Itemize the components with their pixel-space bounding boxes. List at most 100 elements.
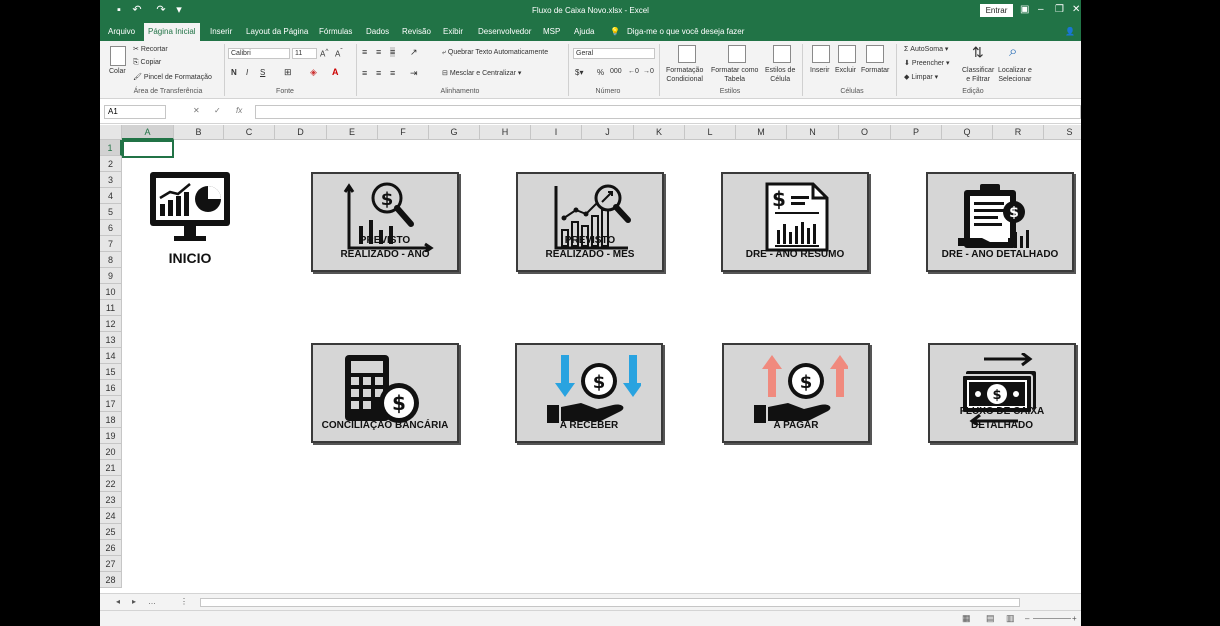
row-header[interactable]: 26 bbox=[100, 540, 122, 556]
tab-inserir[interactable]: Inserir bbox=[210, 27, 232, 36]
row-header[interactable]: 5 bbox=[100, 204, 122, 220]
inicio-button[interactable]: INICIO bbox=[148, 170, 232, 270]
row-header[interactable]: 6 bbox=[100, 220, 122, 236]
insert-cells-button[interactable]: Inserir bbox=[810, 67, 829, 74]
tab-pagina-inicial[interactable]: Página Inicial bbox=[144, 23, 200, 41]
paste-button[interactable]: Colar bbox=[109, 68, 126, 75]
column-header[interactable]: K bbox=[634, 125, 685, 140]
column-header[interactable]: E bbox=[327, 125, 378, 140]
insert-cells-icon[interactable] bbox=[812, 45, 830, 63]
more-sheets-icon[interactable]: … bbox=[148, 597, 156, 606]
tab-formulas[interactable]: Fórmulas bbox=[319, 27, 352, 36]
tab-arquivo[interactable]: Arquivo bbox=[108, 27, 135, 36]
row-header[interactable]: 21 bbox=[100, 460, 122, 476]
cell-styles-icon[interactable] bbox=[773, 45, 791, 63]
fill-color-icon[interactable]: ◈ bbox=[310, 67, 317, 78]
user-icon[interactable]: 👤 bbox=[1065, 27, 1075, 36]
tab-exibir[interactable]: Exibir bbox=[443, 27, 463, 36]
format-table-icon[interactable] bbox=[728, 45, 746, 63]
row-header[interactable]: 19 bbox=[100, 428, 122, 444]
comma-button[interactable]: 000 bbox=[610, 68, 622, 75]
percent-button[interactable]: % bbox=[597, 68, 604, 77]
row-header[interactable]: 8 bbox=[100, 252, 122, 268]
align-top-icon[interactable]: ≡ bbox=[362, 47, 367, 57]
italic-button[interactable]: I bbox=[246, 68, 248, 77]
row-header[interactable]: 1 bbox=[100, 140, 122, 156]
column-header[interactable]: R bbox=[993, 125, 1044, 140]
row-header[interactable]: 13 bbox=[100, 332, 122, 348]
row-header[interactable]: 12 bbox=[100, 316, 122, 332]
active-cell[interactable] bbox=[122, 140, 174, 158]
tab-msp[interactable]: MSP bbox=[543, 27, 560, 36]
row-header[interactable]: 17 bbox=[100, 396, 122, 412]
conditional-format-button[interactable]: Formatação Condicional bbox=[666, 66, 703, 84]
format-cells-icon[interactable] bbox=[866, 45, 884, 63]
cell-styles-button[interactable]: Estilos de Célula bbox=[765, 66, 795, 84]
scroll-right-icon[interactable]: ▸ bbox=[132, 597, 136, 606]
sort-filter-button[interactable]: Classificar e Filtrar bbox=[962, 66, 994, 84]
column-header[interactable]: A bbox=[122, 125, 174, 140]
copy-button[interactable]: ⎘ Copiar bbox=[133, 59, 161, 67]
card-fluxo-caixa[interactable]: $ FLUXO DE CAIXA DETALHADO bbox=[928, 343, 1076, 443]
card-dre-resumo[interactable]: $ DRE - ANO RESUMO bbox=[721, 172, 869, 272]
zoom-in-icon[interactable]: + bbox=[1072, 614, 1077, 623]
column-header[interactable]: D bbox=[275, 125, 327, 140]
decrease-decimal-icon[interactable]: →0 bbox=[643, 68, 654, 75]
row-header[interactable]: 22 bbox=[100, 476, 122, 492]
align-left-icon[interactable]: ≡ bbox=[362, 68, 367, 78]
font-color-icon[interactable]: A bbox=[332, 67, 339, 77]
indent-icon[interactable]: ⇥ bbox=[410, 68, 418, 79]
row-header[interactable]: 28 bbox=[100, 572, 122, 588]
format-table-button[interactable]: Formatar como Tabela bbox=[711, 66, 758, 84]
paste-icon[interactable] bbox=[110, 46, 126, 66]
scroll-left-icon[interactable]: ◂ bbox=[116, 597, 120, 606]
column-header[interactable]: B bbox=[174, 125, 224, 140]
select-all-corner[interactable] bbox=[100, 125, 122, 140]
font-grow-icon[interactable]: A^ bbox=[320, 48, 328, 59]
restore-button[interactable]: ❐ bbox=[1055, 3, 1064, 17]
find-select-button[interactable]: Localizar e Selecionar bbox=[998, 66, 1032, 84]
tab-layout[interactable]: Layout da Página bbox=[246, 27, 308, 36]
row-header[interactable]: 18 bbox=[100, 412, 122, 428]
column-header[interactable]: J bbox=[582, 125, 634, 140]
column-header[interactable]: I bbox=[531, 125, 582, 140]
format-cells-button[interactable]: Formatar bbox=[861, 67, 889, 74]
row-header[interactable]: 11 bbox=[100, 300, 122, 316]
delete-cells-button[interactable]: Excluir bbox=[835, 67, 856, 74]
clear-button[interactable]: ◆ Limpar ▾ bbox=[904, 73, 938, 81]
column-header[interactable]: N bbox=[787, 125, 839, 140]
tab-dados[interactable]: Dados bbox=[366, 27, 389, 36]
sheet-options-icon[interactable]: ⋮ bbox=[180, 597, 188, 606]
row-header[interactable]: 2 bbox=[100, 156, 122, 172]
formula-input[interactable] bbox=[255, 105, 1081, 119]
tab-desenvolvedor[interactable]: Desenvolvedor bbox=[478, 27, 531, 36]
align-center-icon[interactable]: ≡ bbox=[376, 68, 381, 78]
font-shrink-icon[interactable]: Aˇ bbox=[335, 48, 343, 59]
column-header[interactable]: P bbox=[891, 125, 942, 140]
card-dre-detalhado[interactable]: $ DRE - ANO DETALHADO bbox=[926, 172, 1074, 272]
row-header[interactable]: 20 bbox=[100, 444, 122, 460]
card-previsto-mes[interactable]: PREVISTO REALIZADO - MÊS bbox=[516, 172, 664, 272]
enter-icon[interactable]: ✓ bbox=[214, 106, 221, 115]
align-right-icon[interactable]: ≡ bbox=[390, 68, 395, 78]
number-format-select[interactable]: Geral bbox=[573, 48, 655, 59]
column-header[interactable]: Q bbox=[942, 125, 993, 140]
column-header[interactable]: F bbox=[378, 125, 429, 140]
row-header[interactable]: 25 bbox=[100, 524, 122, 540]
insert-function-button[interactable]: fx bbox=[236, 106, 242, 115]
orientation-icon[interactable]: ↗ bbox=[410, 47, 418, 58]
row-header[interactable]: 9 bbox=[100, 268, 122, 284]
font-size-select[interactable]: 11 bbox=[292, 48, 317, 59]
cancel-icon[interactable]: ✕ bbox=[193, 106, 200, 115]
font-name-select[interactable]: Calibri bbox=[228, 48, 290, 59]
row-header[interactable]: 23 bbox=[100, 492, 122, 508]
column-header[interactable]: G bbox=[429, 125, 480, 140]
minimize-button[interactable]: – bbox=[1038, 3, 1044, 17]
tab-ajuda[interactable]: Ajuda bbox=[574, 27, 594, 36]
borders-icon[interactable]: ⊞ bbox=[284, 67, 292, 78]
align-bottom-icon[interactable]: ≡ bbox=[390, 47, 396, 57]
align-middle-icon[interactable]: ≡ bbox=[376, 47, 381, 57]
autosum-button[interactable]: Σ AutoSoma ▾ bbox=[904, 45, 948, 53]
column-header[interactable]: H bbox=[480, 125, 531, 140]
column-header[interactable]: L bbox=[685, 125, 736, 140]
